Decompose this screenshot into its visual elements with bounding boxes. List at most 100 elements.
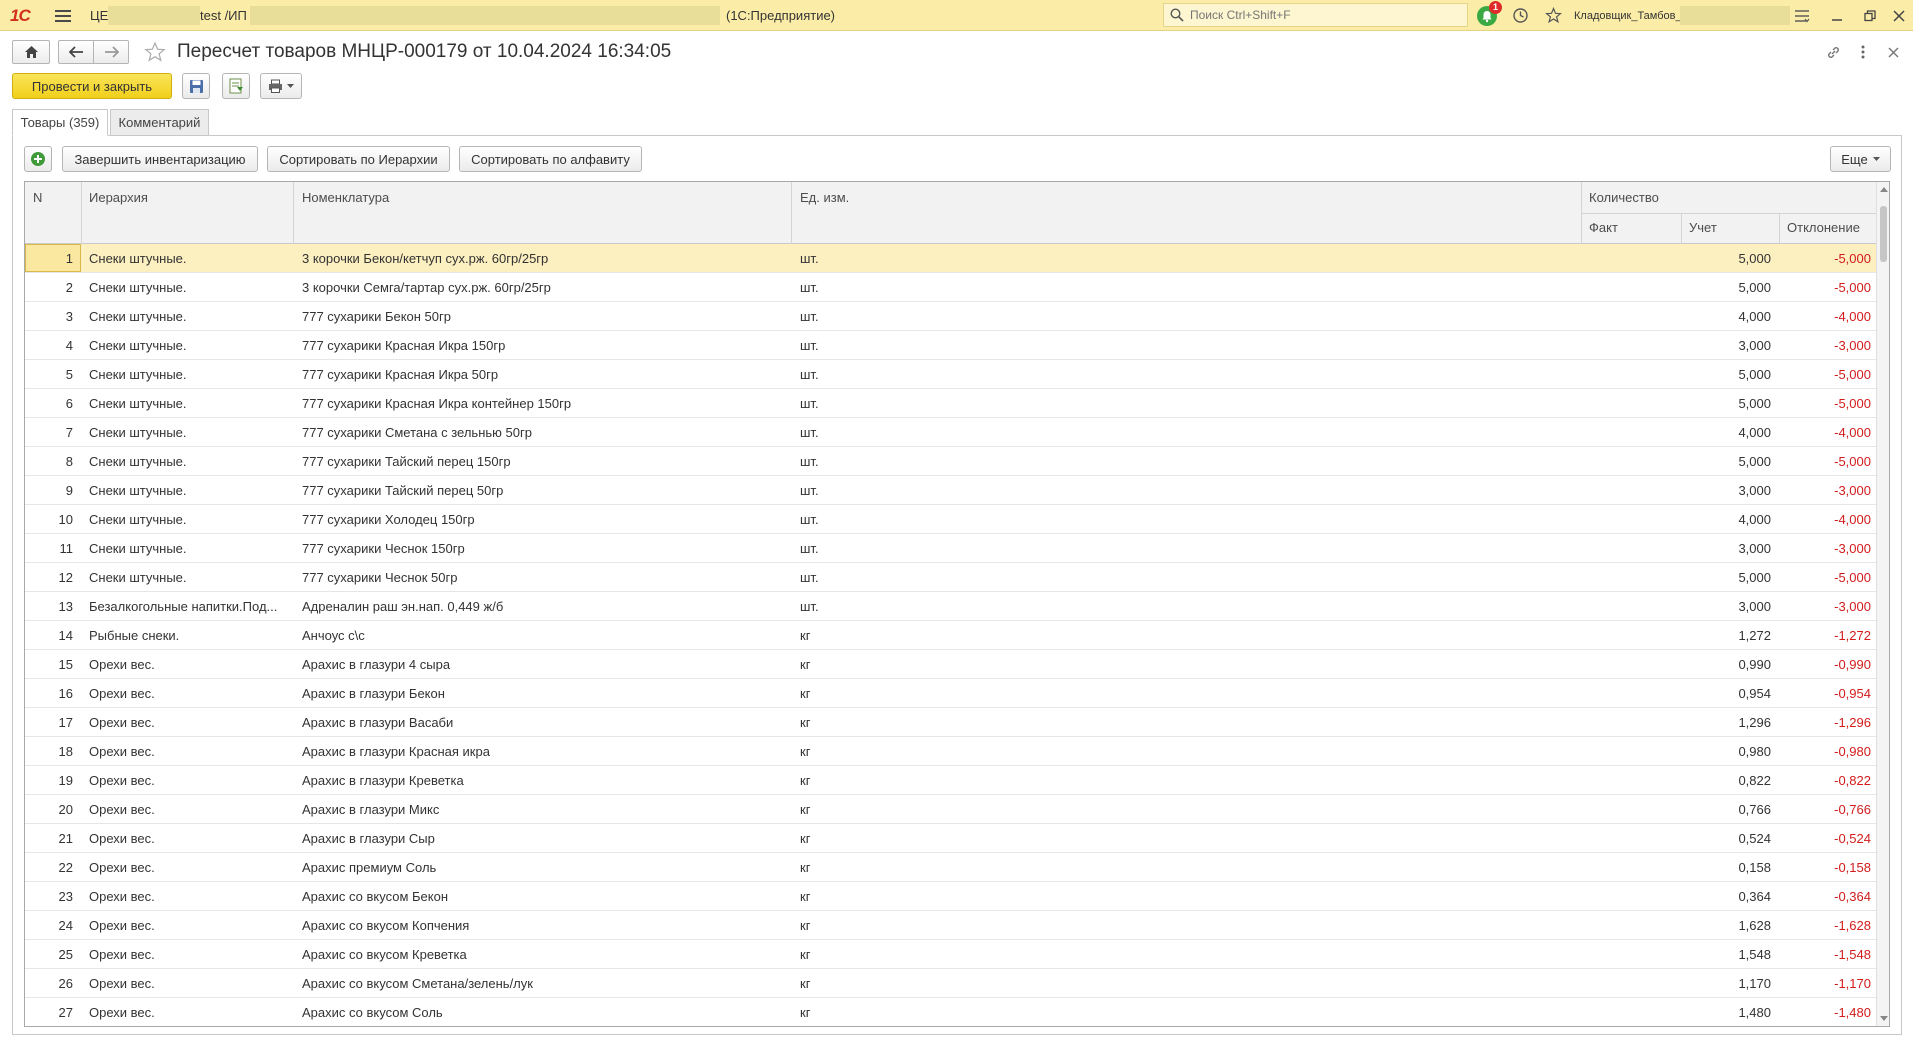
table-row[interactable]: 26 Орехи вес. Арахис со вкусом Сметана/зел… [25,969,1877,998]
cell-deviation[interactable]: -4,000 [1783,302,1871,330]
cell-account[interactable]: 5,000 [1685,360,1771,388]
cell-deviation[interactable]: -3,000 [1783,476,1871,504]
scroll-down-icon[interactable] [1880,1016,1888,1021]
cell-item[interactable]: 777 сухарики Тайский перец 50гр [302,476,782,504]
cell-n[interactable]: 3 [25,302,73,330]
cell-n[interactable]: 15 [25,650,73,678]
cell-account[interactable]: 4,000 [1685,302,1771,330]
cell-fact[interactable] [1585,853,1675,881]
cell-n[interactable]: 26 [25,969,73,997]
cell-hierarchy[interactable]: Орехи вес. [89,911,287,939]
cell-fact[interactable] [1585,795,1675,823]
cell-fact[interactable] [1585,969,1675,997]
cell-n[interactable]: 2 [25,273,73,301]
cell-fact[interactable] [1585,824,1675,852]
scroll-thumb[interactable] [1880,206,1887,262]
cell-account[interactable]: 1,296 [1685,708,1771,736]
cell-n[interactable]: 4 [25,331,73,359]
cell-unit[interactable]: шт. [800,505,1000,533]
search-input[interactable] [1190,8,1450,22]
cell-account[interactable]: 5,000 [1685,244,1771,272]
cell-fact[interactable] [1585,882,1675,910]
cell-hierarchy[interactable]: Снеки штучные. [89,447,287,475]
table-row[interactable]: 3 Снеки штучные. 777 сухарики Бекон 50гр шт… [25,302,1877,331]
cell-deviation[interactable]: -1,480 [1783,998,1871,1026]
cell-item[interactable]: Арахис в глазури Сыр [302,824,782,852]
cell-item[interactable]: Арахис в глазури Бекон [302,679,782,707]
cell-unit[interactable]: шт. [800,476,1000,504]
table-row[interactable]: 16 Орехи вес. Арахис в глазури Бекон кг 0,95… [25,679,1877,708]
post-and-close-button[interactable]: Провести и закрыть [12,73,172,99]
column-header-fact[interactable]: Факт [1589,220,1618,235]
cell-hierarchy[interactable]: Безалкогольные напитки.Под... [89,592,287,620]
cell-fact[interactable] [1585,360,1675,388]
cell-hierarchy[interactable]: Орехи вес. [89,853,287,881]
cell-fact[interactable] [1585,476,1675,504]
cell-n[interactable]: 17 [25,708,73,736]
cell-fact[interactable] [1585,940,1675,968]
cell-item[interactable]: 777 сухарики Бекон 50гр [302,302,782,330]
table-row[interactable]: 15 Орехи вес. Арахис в глазури 4 сыра кг 0,9… [25,650,1877,679]
scroll-up-icon[interactable] [1880,187,1888,192]
cell-item[interactable]: Арахис со вкусом Сметана/зелень/лук [302,969,782,997]
report-button[interactable] [222,73,250,99]
table-row[interactable]: 21 Орехи вес. Арахис в глазури Сыр кг 0,524-… [25,824,1877,853]
cell-item[interactable]: 777 сухарики Чеснок 50гр [302,563,782,591]
cell-deviation[interactable]: -3,000 [1783,592,1871,620]
cell-item[interactable]: 777 сухарики Красная Икра контейнер 150г… [302,389,782,417]
cell-account[interactable]: 1,272 [1685,621,1771,649]
cell-item[interactable]: Арахис со вкусом Креветка [302,940,782,968]
cell-item[interactable]: 3 корочки Бекон/кетчуп сух.рж. 60гр/25гр [302,244,782,272]
table-row[interactable]: 1 Снеки штучные. 3 корочки Бекон/кетчуп су… [25,244,1877,273]
cell-deviation[interactable]: -1,548 [1783,940,1871,968]
cell-n[interactable]: 12 [25,563,73,591]
cell-fact[interactable] [1585,563,1675,591]
cell-n[interactable]: 10 [25,505,73,533]
cell-n[interactable]: 7 [25,418,73,446]
cell-deviation[interactable]: -4,000 [1783,505,1871,533]
column-header-unit[interactable]: Ед. изм. [800,190,849,205]
tab-goods[interactable]: Товары (359) [12,109,108,136]
cell-fact[interactable] [1585,331,1675,359]
cell-unit[interactable]: кг [800,766,1000,794]
cell-unit[interactable]: кг [800,998,1000,1026]
table-row[interactable]: 2 Снеки штучные. 3 корочки Семга/тартар су… [25,273,1877,302]
minimize-button[interactable] [1825,0,1849,31]
cell-deviation[interactable]: -0,364 [1783,882,1871,910]
link-button[interactable] [1822,40,1844,64]
more-button[interactable]: Еще [1830,146,1891,172]
cell-item[interactable]: 777 сухарики Сметана с зельнью 50гр [302,418,782,446]
table-row[interactable]: 9 Снеки штучные. 777 сухарики Тайский пере… [25,476,1877,505]
cell-unit[interactable]: кг [800,824,1000,852]
column-header-deviation[interactable]: Отклонение [1787,220,1860,235]
cell-n[interactable]: 14 [25,621,73,649]
cell-hierarchy[interactable]: Снеки штучные. [89,331,287,359]
cell-fact[interactable] [1585,389,1675,417]
table-row[interactable]: 5 Снеки штучные. 777 сухарики Красная Икра… [25,360,1877,389]
cell-deviation[interactable]: -0,980 [1783,737,1871,765]
tab-comment[interactable]: Комментарий [110,109,209,136]
cell-account[interactable]: 3,000 [1685,592,1771,620]
column-header-n[interactable]: N [33,190,42,205]
cell-deviation[interactable]: -5,000 [1783,244,1871,272]
column-header-account[interactable]: Учет [1689,220,1717,235]
cell-item[interactable]: 777 сухарики Красная Икра 150гр [302,331,782,359]
cell-unit[interactable]: кг [800,853,1000,881]
main-menu-button[interactable] [54,0,72,31]
table-row[interactable]: 4 Снеки штучные. 777 сухарики Красная Икра… [25,331,1877,360]
table-row[interactable]: 25 Орехи вес. Арахис со вкусом Креветка кг 1… [25,940,1877,969]
cell-unit[interactable]: кг [800,882,1000,910]
cell-account[interactable]: 0,980 [1685,737,1771,765]
cell-fact[interactable] [1585,302,1675,330]
cell-n[interactable]: 13 [25,592,73,620]
cell-item[interactable]: Арахис в глазури 4 сыра [302,650,782,678]
cell-item[interactable]: Арахис в глазури Микс [302,795,782,823]
notifications-button[interactable]: 1 [1474,0,1502,31]
cell-fact[interactable] [1585,621,1675,649]
cell-deviation[interactable]: -5,000 [1783,563,1871,591]
cell-item[interactable]: 777 сухарики Холодец 150гр [302,505,782,533]
cell-n[interactable]: 24 [25,911,73,939]
cell-deviation[interactable]: -1,296 [1783,708,1871,736]
cell-fact[interactable] [1585,911,1675,939]
cell-account[interactable]: 1,480 [1685,998,1771,1026]
